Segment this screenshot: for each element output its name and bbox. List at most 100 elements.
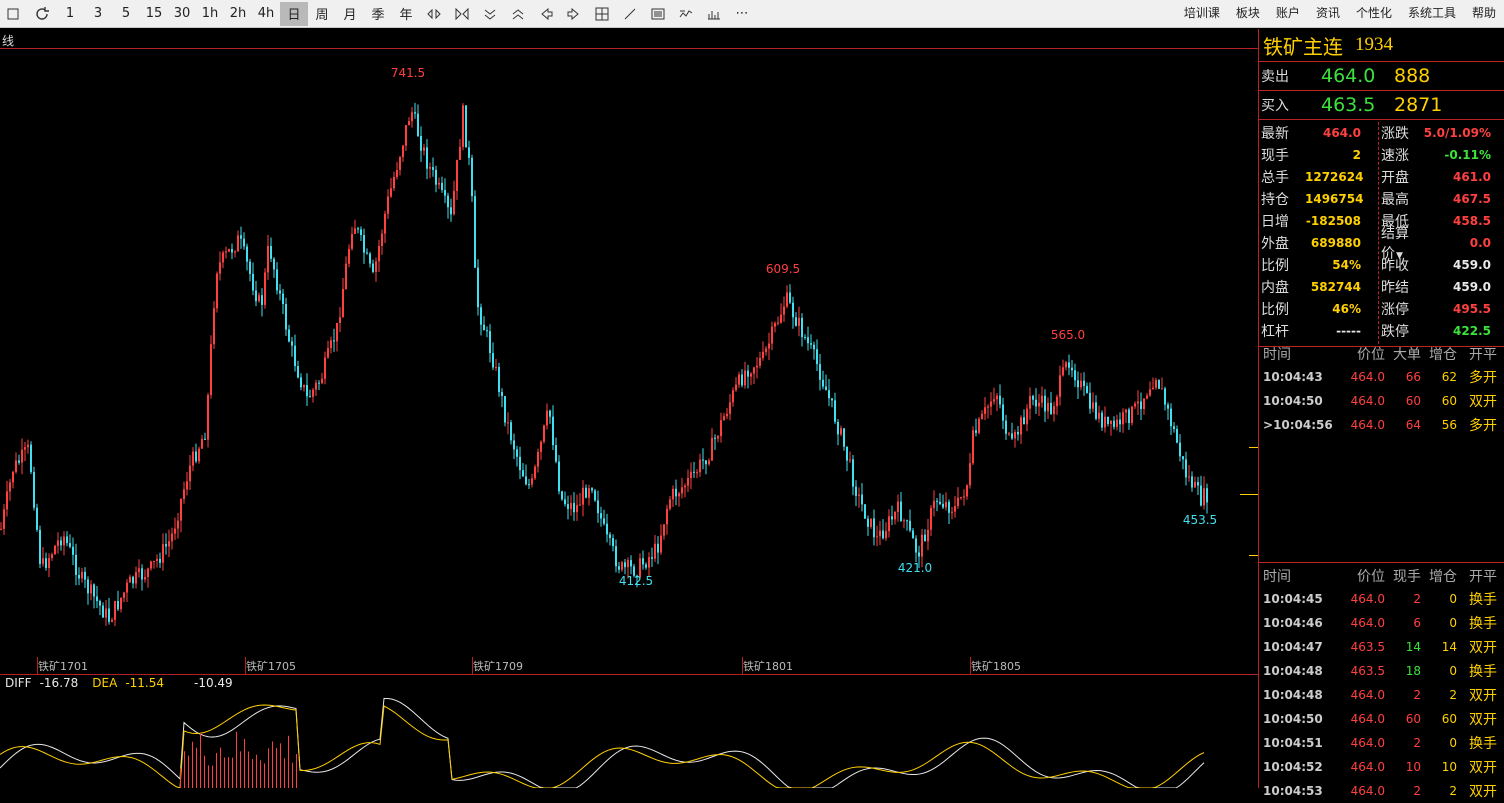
kline-chart[interactable]: 铁矿1701 铁矿1705 铁矿1709 铁矿1801 铁矿1805 741.5 609… [0,29,1258,788]
tick-row[interactable]: 10:04:48 464.0 2 2 双开 [1259,683,1504,707]
tick-price: 464.0 [1350,688,1385,702]
candle-body [453,190,455,215]
period-quarter[interactable]: 季 [364,2,392,26]
menu-account[interactable]: 账户 [1268,0,1308,24]
layout-icon[interactable] [588,2,616,26]
period-1min[interactable]: 1 [56,2,84,26]
menu-training[interactable]: 培训课 [1176,0,1228,24]
menu-system-tools[interactable]: 系统工具 [1400,0,1464,24]
period-4h[interactable]: 4h [252,2,280,26]
chevrons-down-icon[interactable] [476,2,504,26]
candle-body [1041,395,1043,403]
stat-row: 内盘 582744 昨结 459.0 [1259,276,1504,298]
arrow-right-icon[interactable] [560,2,588,26]
menu-news[interactable]: 资讯 [1308,0,1348,24]
period-30min[interactable]: 30 [168,2,196,26]
tick-row[interactable]: 10:04:53 464.0 2 2 双开 [1259,779,1504,803]
shrink-icon[interactable] [448,2,476,26]
candle-body [408,121,410,126]
trade-row[interactable]: 10:04:50 464.0 60 60 双开 [1259,389,1504,413]
period-toolbar: 1 3 5 15 30 1h 2h 4h 日 周 月 季 年 ⋯ 培训课 板块 … [0,0,1504,28]
menu-sector[interactable]: 板块 [1228,0,1268,24]
candle-body [1050,402,1052,414]
candle-body [732,390,734,403]
macd-bar [232,757,233,788]
candle-body [1170,408,1172,427]
draw-line-icon[interactable] [616,2,644,26]
sell-row[interactable]: 卖出 464.0 888 [1259,62,1504,91]
candle-body [1182,456,1184,460]
tick-row[interactable]: 10:04:50 464.0 60 60 双开 [1259,707,1504,731]
candle-body [600,513,602,519]
stat-label: 跌停 [1381,324,1409,340]
candle-body [1206,488,1208,503]
candle-body [648,557,650,568]
candle-body [273,258,275,270]
candle-body [978,418,980,433]
refresh-icon[interactable] [28,2,56,26]
period-15min[interactable]: 15 [140,2,168,26]
tick-row[interactable]: 10:04:51 464.0 2 0 换手 [1259,731,1504,755]
candle-body [36,507,38,530]
candle-body [264,272,266,305]
period-2h[interactable]: 2h [224,2,252,26]
chevrons-up-icon[interactable] [504,2,532,26]
candle-body [12,471,14,483]
tick-price: 464.0 [1350,760,1385,774]
candle-body [699,459,701,473]
bar-chart-icon[interactable] [700,2,728,26]
period-week[interactable]: 周 [308,2,336,26]
candle-body [576,505,578,513]
period-day[interactable]: 日 [280,1,308,26]
buy-row[interactable]: 买入 463.5 2871 [1259,91,1504,120]
period-5min[interactable]: 5 [112,2,140,26]
candle-body [93,584,95,597]
period-month[interactable]: 月 [336,2,364,26]
candle-body [447,195,449,208]
tick-row[interactable]: 10:04:47 463.5 14 14 双开 [1259,635,1504,659]
period-1h[interactable]: 1h [196,2,224,26]
candle-body [1194,482,1196,488]
candle-body [747,370,749,377]
tick-row[interactable]: 10:04:48 463.5 18 0 换手 [1259,659,1504,683]
x-axis: 铁矿1701 铁矿1705 铁矿1709 铁矿1801 铁矿1805 [37,657,1021,674]
stat-label: 昨收 [1381,258,1409,274]
candle-body [333,340,335,342]
macd-bar [224,757,225,788]
candle-body [162,544,164,563]
candle-body [363,235,365,253]
indicator-icon[interactable] [644,2,672,26]
candle-body [618,566,620,570]
candle-body [309,396,311,398]
tick-volume: 2 [1413,736,1421,750]
more-icon[interactable]: ⋯ [728,2,756,26]
tick-row[interactable]: 10:04:52 464.0 10 10 双开 [1259,755,1504,779]
stat-value: -0.11% [1444,148,1491,162]
trade-row[interactable]: >10:04:56 464.0 64 56 多开 [1259,413,1504,437]
trade-time-value: 10:04:56 [1273,418,1333,432]
stat-label: 最高 [1381,192,1409,208]
candle-body [132,576,134,584]
sell-volume: 888 [1394,65,1431,87]
candle-body [1191,476,1193,488]
menu-help[interactable]: 帮助 [1464,0,1504,24]
candle-body [204,438,206,440]
period-year[interactable]: 年 [392,2,420,26]
candle-body [1179,442,1181,457]
arrow-left-icon[interactable] [532,2,560,26]
trade-row[interactable]: 10:04:43 464.0 66 62 多开 [1259,365,1504,389]
candle-body [888,516,890,532]
kline-chart-area[interactable]: 铁矿1701 铁矿1705 铁矿1709 铁矿1801 铁矿1805 741.5 609… [0,29,1258,788]
trade-time: >10:04:56 [1263,418,1343,432]
tick-row[interactable]: 10:04:45 464.0 2 0 换手 [1259,587,1504,611]
wave-icon[interactable] [672,2,700,26]
period-3min[interactable]: 3 [84,2,112,26]
candle-body [945,501,947,508]
candle-body [246,246,248,262]
zoom-icon[interactable] [420,2,448,26]
cursor-icon[interactable] [0,2,28,26]
menu-personalize[interactable]: 个性化 [1348,0,1400,24]
tick-row[interactable]: 10:04:46 464.0 6 0 换手 [1259,611,1504,635]
candle-body [627,560,629,568]
candle-body [318,382,320,384]
